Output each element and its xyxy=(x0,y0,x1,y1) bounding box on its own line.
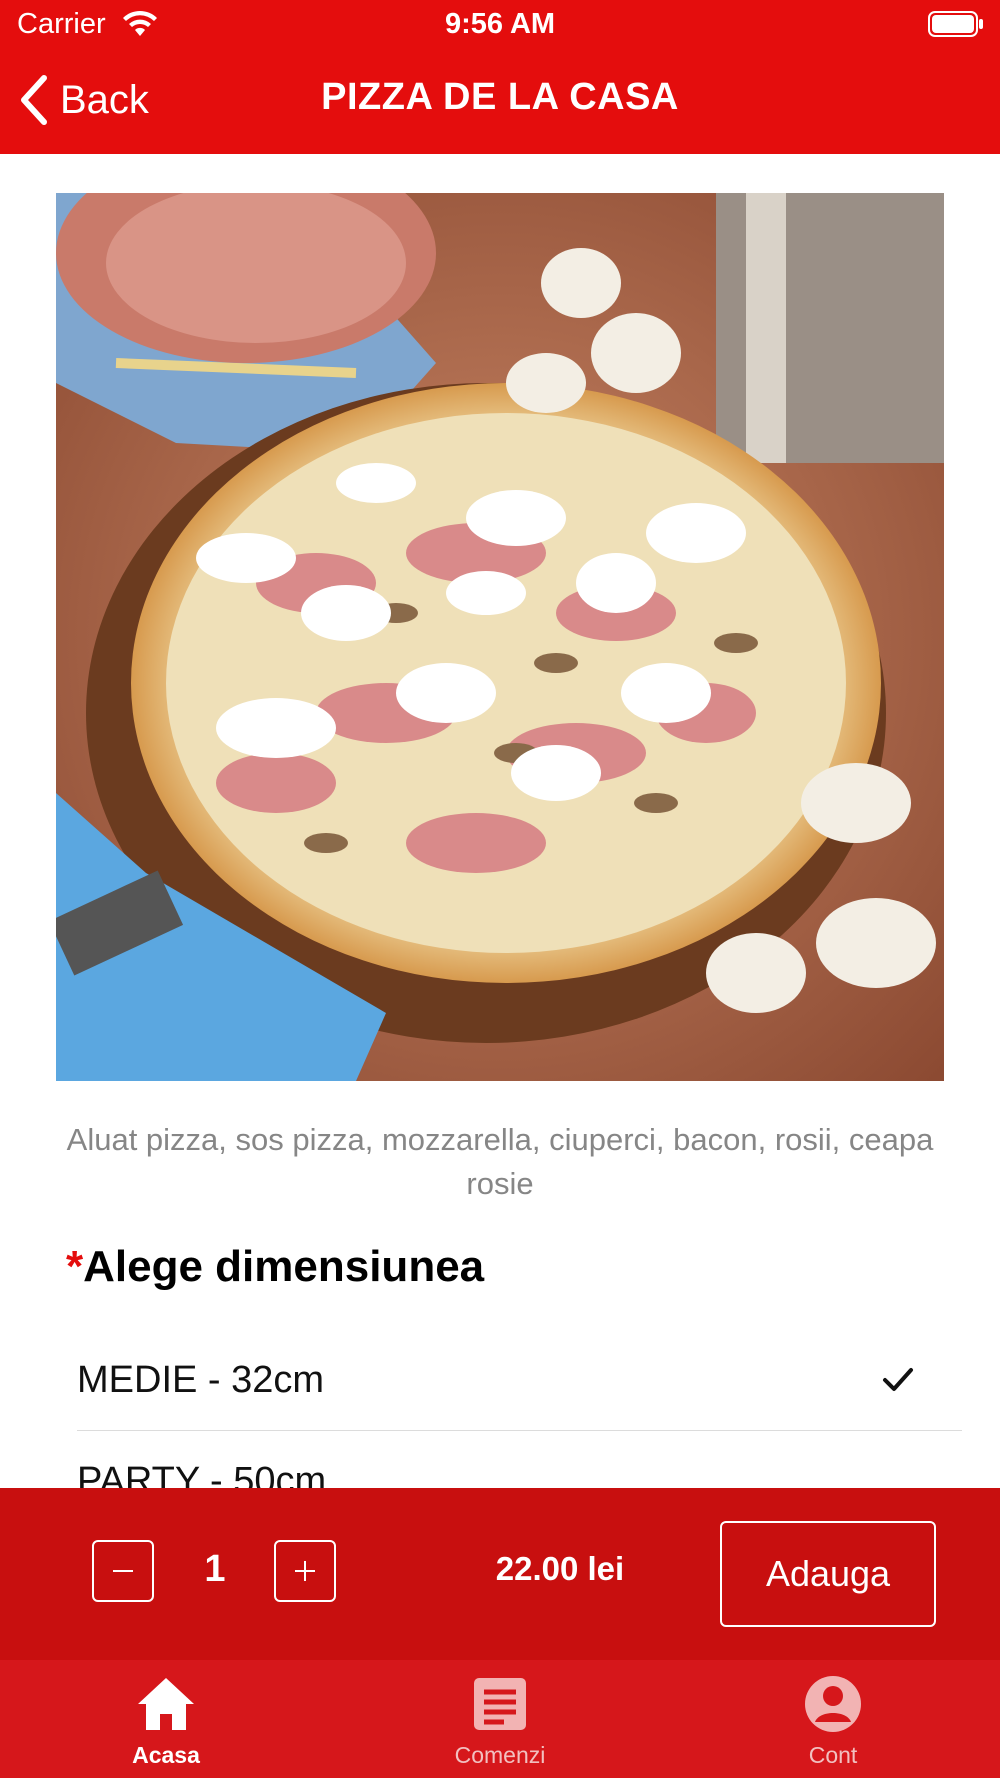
required-marker: * xyxy=(66,1242,84,1291)
option-label: MEDIE - 32cm xyxy=(77,1358,325,1401)
plus-icon xyxy=(295,1561,315,1581)
orders-icon xyxy=(474,1678,526,1730)
add-to-cart-button[interactable]: Adauga xyxy=(720,1521,936,1627)
product-image xyxy=(56,193,944,1081)
product-description: Aluat pizza, sos pizza, mozzarella, ciup… xyxy=(66,1122,934,1201)
page-title: PIZZA DE LA CASA xyxy=(321,76,679,118)
tab-bar: Acasa Comenzi Cont xyxy=(0,1660,1000,1778)
tab-label: Comenzi xyxy=(454,1742,546,1768)
increase-quantity-button[interactable] xyxy=(274,1540,336,1602)
checkmark-icon xyxy=(883,1368,913,1391)
minus-icon xyxy=(113,1570,133,1572)
tab-acasa[interactable]: Acasa xyxy=(66,1660,266,1778)
size-option-medie[interactable]: MEDIE - 32cm xyxy=(77,1330,962,1431)
cart-bar: 1 22.00 lei Adauga xyxy=(0,1488,1000,1660)
status-time: 9:56 AM xyxy=(444,8,556,40)
decrease-quantity-button[interactable] xyxy=(92,1540,154,1602)
status-bar: Carrier 9:56 AM xyxy=(0,0,1000,50)
quantity-value: 1 xyxy=(204,1548,226,1590)
total-price: 22.00 lei xyxy=(495,1550,625,1587)
home-icon xyxy=(138,1678,194,1730)
tab-label: Cont xyxy=(808,1742,858,1768)
pizza-photo xyxy=(56,193,944,1081)
battery-icon xyxy=(928,11,983,37)
size-section-title: *Alege dimensiunea xyxy=(66,1242,484,1292)
tab-comenzi[interactable]: Comenzi xyxy=(400,1660,600,1778)
tab-label: Acasa xyxy=(132,1742,200,1768)
navigation-bar: Back PIZZA DE LA CASA xyxy=(0,50,1000,154)
size-section-label: Alege dimensiunea xyxy=(83,1242,485,1291)
account-icon xyxy=(805,1676,861,1732)
tab-cont[interactable]: Cont xyxy=(733,1660,933,1778)
app-header: Carrier 9:56 AM Back PIZZA DE LA CASA xyxy=(0,0,1000,154)
